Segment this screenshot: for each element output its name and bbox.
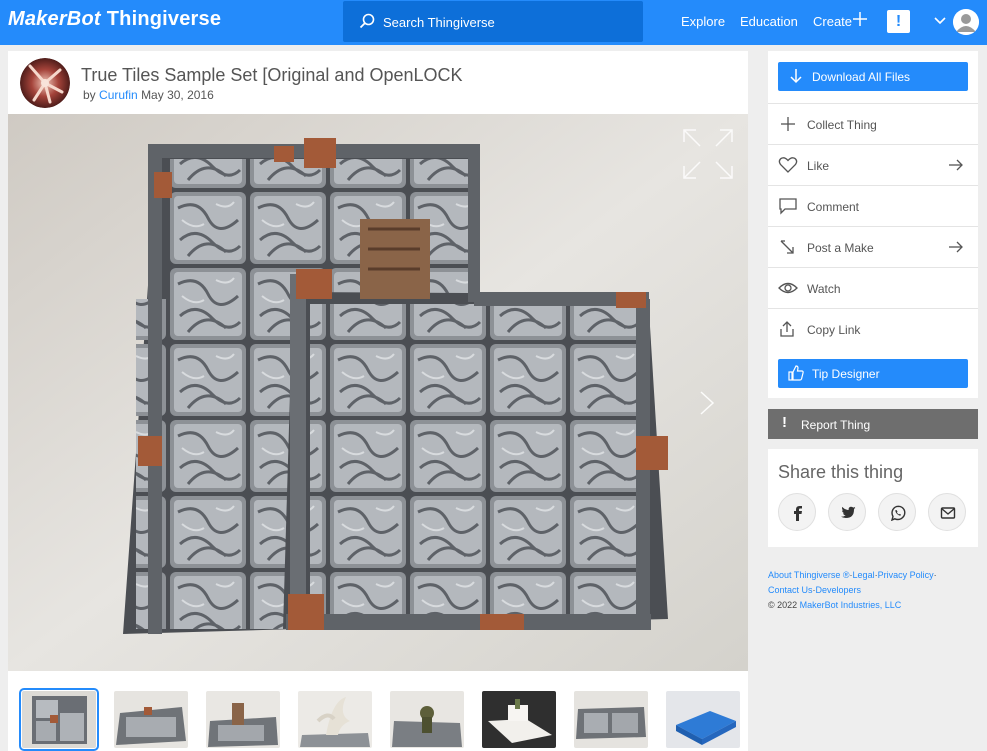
report-thing-label: Report Thing [801, 418, 871, 432]
share-twitter-button[interactable] [828, 493, 866, 531]
thumbs-up-icon [788, 365, 804, 381]
thing-main-card: True Tiles Sample Set [Original and Open… [8, 51, 748, 751]
share-facebook-button[interactable] [778, 493, 816, 531]
top-nav-bar: MakerBot Thingiverse Search Thingiverse E… [0, 0, 987, 45]
download-icon [790, 69, 802, 84]
fullscreen-icon[interactable] [682, 128, 734, 180]
tip-designer-button[interactable]: Tip Designer [778, 359, 968, 388]
thumbnail-6[interactable] [482, 691, 556, 748]
alert-icon: ! [782, 414, 787, 431]
footer-line-2: Contact Us·Developers [768, 583, 983, 598]
nav-education[interactable]: Education [740, 14, 798, 29]
thumbnail-3[interactable] [206, 691, 280, 748]
copy-link-button[interactable]: Copy Link [768, 308, 978, 349]
nav-create[interactable]: Create [813, 14, 852, 29]
about-thingiverse-link[interactable]: About Thingiverse [768, 570, 840, 580]
thumbnail-4[interactable] [298, 691, 372, 748]
thumbnail-7[interactable] [574, 691, 648, 748]
search-placeholder: Search Thingiverse [383, 15, 495, 30]
publish-date: May 30, 2016 [141, 88, 214, 102]
watch-button[interactable]: Watch [768, 267, 978, 308]
download-all-files-button[interactable]: Download All Files [778, 62, 968, 91]
make-icon [780, 240, 794, 254]
byline-prefix: by [83, 88, 96, 102]
tip-designer-label: Tip Designer [812, 367, 880, 381]
designer-avatar-image [20, 58, 70, 108]
share-title: Share this thing [778, 462, 904, 482]
arrow-right-icon [949, 241, 963, 253]
eye-icon [778, 282, 798, 294]
developers-link[interactable]: Developers [816, 585, 862, 595]
plus-icon [781, 117, 795, 131]
share-panel: Share this thing [768, 449, 978, 547]
twitter-icon [841, 506, 856, 518]
legal-link[interactable]: Legal [853, 570, 875, 580]
facebook-icon [794, 506, 802, 521]
thumbnail-strip [8, 681, 748, 751]
copyright-text: © 2022 [768, 600, 798, 610]
notifications-button[interactable]: ! [887, 10, 910, 33]
privacy-policy-link[interactable]: Privacy Policy [878, 570, 934, 580]
report-thing-button[interactable]: ! Report Thing [768, 409, 978, 439]
next-image-arrow-icon[interactable] [698, 390, 716, 416]
brand-makerbot: MakerBot [8, 8, 101, 30]
comment-button[interactable]: Comment [768, 185, 978, 226]
copy-link-label: Copy Link [807, 323, 861, 337]
registered-mark: ® [842, 570, 850, 580]
plus-icon[interactable] [852, 11, 868, 27]
footer-separator: · [933, 570, 937, 580]
chevron-down-icon[interactable] [933, 14, 947, 28]
sidebar-footer: About Thingiverse ®·Legal·Privacy Policy… [768, 568, 983, 613]
user-avatar[interactable] [953, 9, 979, 35]
collect-thing-label: Collect Thing [807, 118, 877, 132]
contact-us-link[interactable]: Contact Us [768, 585, 813, 595]
arrow-right-icon [949, 159, 963, 171]
thingiverse-logo[interactable]: MakerBot Thingiverse [8, 8, 221, 34]
email-icon [940, 507, 956, 519]
thing-title: True Tiles Sample Set [Original and Open… [81, 65, 463, 85]
thumbnail-1[interactable] [19, 688, 99, 751]
user-icon [953, 9, 979, 35]
comment-icon [779, 198, 797, 215]
designer-avatar[interactable] [20, 58, 70, 108]
footer-line-3: © 2022 MakerBot Industries, LLC [768, 598, 983, 613]
collect-thing-button[interactable]: Collect Thing [768, 103, 978, 144]
makerbot-industries-link[interactable]: MakerBot Industries, LLC [800, 600, 902, 610]
whatsapp-icon [890, 505, 906, 521]
brand-thingiverse: Thingiverse [106, 8, 222, 30]
search-icon [359, 13, 375, 29]
heart-icon [778, 157, 798, 173]
dungeon-tiles-photo [8, 114, 748, 671]
footer-line-1: About Thingiverse ®·Legal·Privacy Policy… [768, 568, 983, 583]
main-image[interactable] [8, 114, 748, 671]
thing-actions-panel: Download All Files Collect Thing Like Co… [768, 51, 978, 398]
thumbnail-5[interactable] [390, 691, 464, 748]
share-icon [780, 321, 794, 337]
author-link[interactable]: Curufin [99, 88, 138, 102]
share-email-button[interactable] [928, 493, 966, 531]
share-whatsapp-button[interactable] [878, 493, 916, 531]
byline: by Curufin May 30, 2016 [83, 88, 214, 102]
download-all-files-label: Download All Files [812, 70, 911, 84]
thumbnail-2[interactable] [114, 691, 188, 748]
watch-label: Watch [807, 282, 841, 296]
nav-explore[interactable]: Explore [681, 14, 725, 29]
like-button[interactable]: Like [768, 144, 978, 185]
like-label: Like [807, 159, 830, 173]
comment-label: Comment [807, 200, 860, 214]
thumbnail-8[interactable] [666, 691, 740, 748]
alert-icon: ! [895, 13, 902, 30]
post-a-make-label: Post a Make [807, 241, 874, 255]
search-box[interactable]: Search Thingiverse [343, 1, 643, 42]
post-a-make-button[interactable]: Post a Make [768, 226, 978, 267]
